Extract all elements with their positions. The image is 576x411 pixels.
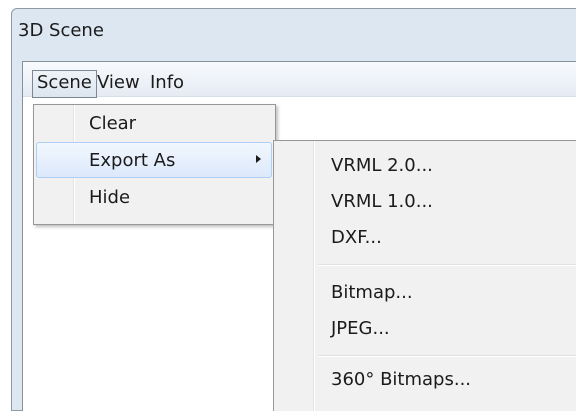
- menu-info[interactable]: Info: [146, 70, 188, 98]
- menu-item-clear[interactable]: Clear: [89, 115, 136, 133]
- window-title: 3D Scene: [18, 20, 104, 41]
- submenu-arrow-icon: [256, 155, 261, 163]
- menu-item-hide[interactable]: Hide: [89, 189, 130, 207]
- menu-item-dxf[interactable]: DXF...: [331, 229, 382, 247]
- submenu-separator: [318, 264, 576, 266]
- menu-item-export-as[interactable]: Export As: [89, 152, 175, 170]
- menu-item-360-bitmaps[interactable]: 360° Bitmaps...: [331, 371, 471, 389]
- export-submenu-gutter: [313, 141, 315, 411]
- menu-item-vrml-1[interactable]: VRML 1.0...: [331, 193, 433, 211]
- submenu-separator: [318, 355, 576, 357]
- menu-item-bitmap[interactable]: Bitmap...: [331, 284, 413, 302]
- menu-item-vrml-2[interactable]: VRML 2.0...: [331, 157, 433, 175]
- menu-scene[interactable]: Scene: [32, 70, 97, 98]
- menu-view[interactable]: View: [93, 70, 144, 98]
- menu-item-jpeg[interactable]: JPEG...: [331, 320, 390, 338]
